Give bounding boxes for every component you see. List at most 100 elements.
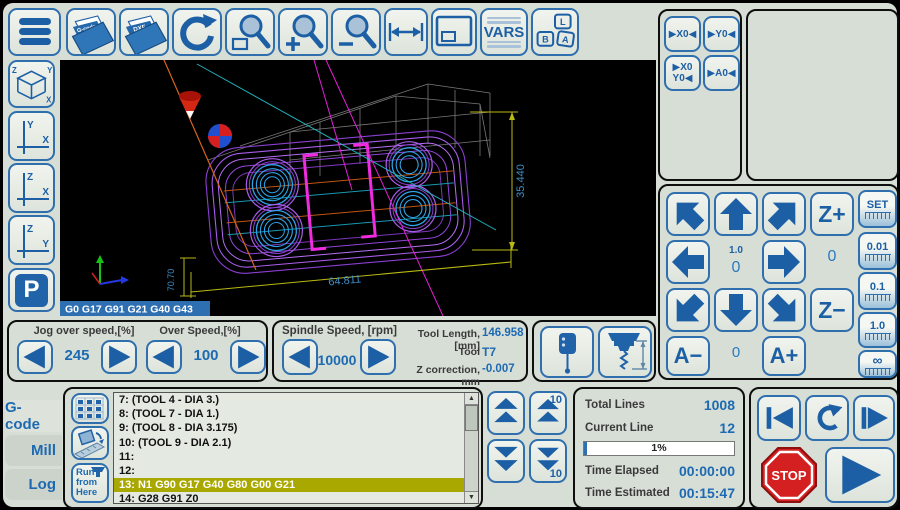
step-10-button[interactable]: 1.0 [858, 312, 897, 348]
jog-down-right-button[interactable] [762, 288, 806, 332]
run-from-here-button[interactable]: Run from Here [71, 463, 109, 503]
scroll-down-10-button[interactable]: 10 [529, 439, 567, 483]
jog-z-plus-button[interactable]: Z+ [810, 192, 854, 236]
scroll-up-10-button[interactable]: 10 [529, 391, 567, 435]
xz-axes-icon: Z X [12, 166, 52, 210]
gcode-line[interactable]: 14: G28 G91 Z0 [114, 492, 465, 506]
jog-speed-down-button[interactable] [17, 340, 53, 374]
spindle-speed-up-button[interactable] [360, 339, 396, 375]
jog-y-minus-button[interactable] [714, 288, 758, 332]
park-button[interactable]: P [8, 268, 55, 312]
view-iso-button[interactable]: Z Y X [8, 60, 55, 108]
spindle-speed-down-button[interactable] [282, 339, 318, 375]
total-lines-value: 1008 [704, 397, 735, 413]
jog-a-plus-button[interactable]: A+ [762, 336, 806, 376]
fit-view-button[interactable] [431, 8, 477, 56]
tool-length-measure-button[interactable] [598, 326, 652, 378]
keyboard-button[interactable]: L B A [531, 8, 579, 56]
skip-start-icon [761, 401, 797, 435]
over-speed-up-button[interactable] [230, 340, 266, 374]
gcode-line[interactable]: 8: (TOOL 7 - DIA 1.) [114, 407, 465, 421]
step-forward-icon [856, 401, 892, 435]
coordinates-panel: X G54: -1.100 -1.100 Y G54: -7.064 -7.06… [746, 9, 899, 181]
svg-text:X: X [42, 135, 49, 146]
single-step-button[interactable] [853, 395, 895, 441]
measure-button[interactable] [384, 8, 428, 56]
tab-log[interactable]: Log [5, 469, 62, 500]
start-button[interactable] [825, 447, 895, 503]
gcode-line-current[interactable]: 13: N1 G90 G17 G40 G80 G00 G21 [114, 478, 465, 492]
play-icon [833, 452, 887, 498]
step-01-button[interactable]: 0.1 [858, 272, 897, 310]
xy-axes-icon: Y X [12, 114, 52, 158]
scrollbar-up-arrow[interactable]: ▲ [465, 393, 478, 405]
progress-text: 1% [584, 442, 734, 455]
jog-z-minus-button[interactable]: Z− [810, 288, 854, 332]
zero-xy-button[interactable]: ▶X0Y0◀ [664, 55, 701, 91]
jog-up-left-button[interactable] [666, 192, 710, 236]
scrollbar-thumb[interactable] [465, 405, 478, 431]
step-continuous-button[interactable]: ∞ [858, 350, 897, 378]
zoom-in-icon [282, 11, 324, 53]
over-speed-down-button[interactable] [146, 340, 182, 374]
view-xz-button[interactable]: Z X [8, 163, 55, 213]
jog-up-right-button[interactable] [762, 192, 806, 236]
hamburger-icon [17, 17, 53, 47]
jog-down-left-button[interactable] [666, 288, 710, 332]
program-status-panel: Total Lines 1008 Current Line 12 1% Time… [573, 387, 745, 509]
tab-gcode[interactable]: G-code [5, 400, 62, 432]
cnc-control-app: G-code DXF [0, 0, 900, 510]
gcode-line[interactable]: 10: (TOOL 9 - DIA 2.1) [114, 436, 465, 450]
jog-x-minus-button[interactable] [666, 240, 710, 284]
yz-axes-icon: Z Y [12, 218, 52, 262]
gcode-line[interactable]: 7: (TOOL 4 - DIA 3.) [114, 393, 465, 407]
jog-y-plus-button[interactable] [714, 192, 758, 236]
view-xy-button[interactable]: Y X [8, 111, 55, 161]
rotate-workpiece-icon [73, 428, 107, 458]
tool-number-value: T7 [482, 345, 524, 359]
refresh-view-button[interactable] [172, 8, 222, 56]
svg-text:X: X [46, 96, 52, 104]
gcode-line[interactable]: 11: [114, 450, 465, 464]
spindle-speed-label: Spindle Speed, [rpm] [282, 325, 397, 337]
gcode-scrollbar[interactable]: ▲ ▼ [464, 393, 478, 503]
menu-button[interactable] [8, 8, 61, 56]
svg-text:Y: Y [47, 66, 53, 75]
view-yz-button[interactable]: Z Y [8, 215, 55, 265]
gcode-line[interactable]: 12: [114, 464, 465, 478]
toolpath-canvas[interactable]: 35.440 64.811 70.70 [60, 60, 656, 316]
grid-toggle-button[interactable] [71, 393, 109, 424]
step-001-button[interactable]: 0.01 [858, 232, 897, 270]
open-dxf-button[interactable]: DXF [119, 8, 169, 56]
reset-program-button[interactable] [805, 395, 849, 441]
arrow-up-right-icon [764, 194, 804, 234]
toolpath-drawing: 35.440 64.811 70.70 [60, 60, 656, 316]
gcode-listing[interactable]: 7: (TOOL 4 - DIA 3.) 8: (TOOL 7 - DIA 1.… [113, 392, 479, 504]
zoom-in-button[interactable] [278, 8, 328, 56]
scrollbar-down-arrow[interactable]: ▼ [465, 491, 478, 503]
vars-button[interactable]: VARS [480, 8, 528, 56]
dim-width-label: 64.811 [328, 274, 362, 289]
zero-x-button[interactable]: ▶X0◀ [664, 16, 701, 52]
zoom-out-button[interactable] [331, 8, 381, 56]
zero-a-button[interactable]: ▶A0◀ [703, 55, 740, 91]
jog-speed-up-button[interactable] [101, 340, 137, 374]
zoom-window-button[interactable] [225, 8, 275, 56]
jog-a-minus-button[interactable]: A− [666, 336, 710, 376]
scroll-down-button[interactable] [487, 439, 525, 483]
jog-x-plus-button[interactable] [762, 240, 806, 284]
playback-panel: STOP [749, 387, 899, 509]
svg-text:Z: Z [27, 172, 33, 183]
stop-button[interactable]: STOP [759, 445, 819, 505]
step-set-button[interactable]: SET [858, 190, 897, 228]
zero-y-button[interactable]: ▶Y0◀ [703, 16, 740, 52]
gcode-line[interactable]: 9: (TOOL 8 - DIA 3.175) [114, 421, 465, 435]
scroll-up-button[interactable] [487, 391, 525, 435]
dim-side-label: 70.70 [166, 269, 176, 292]
tab-mill[interactable]: Mill [5, 435, 62, 466]
rotate-workpiece-button[interactable] [71, 426, 109, 460]
probe-tool-button[interactable] [540, 326, 594, 378]
gcode-panel: Run from Here 7: (TOOL 4 - DIA 3.) 8: (T… [63, 387, 483, 509]
rewind-to-start-button[interactable] [757, 395, 801, 441]
open-gcode-button[interactable]: G-code [66, 8, 116, 56]
